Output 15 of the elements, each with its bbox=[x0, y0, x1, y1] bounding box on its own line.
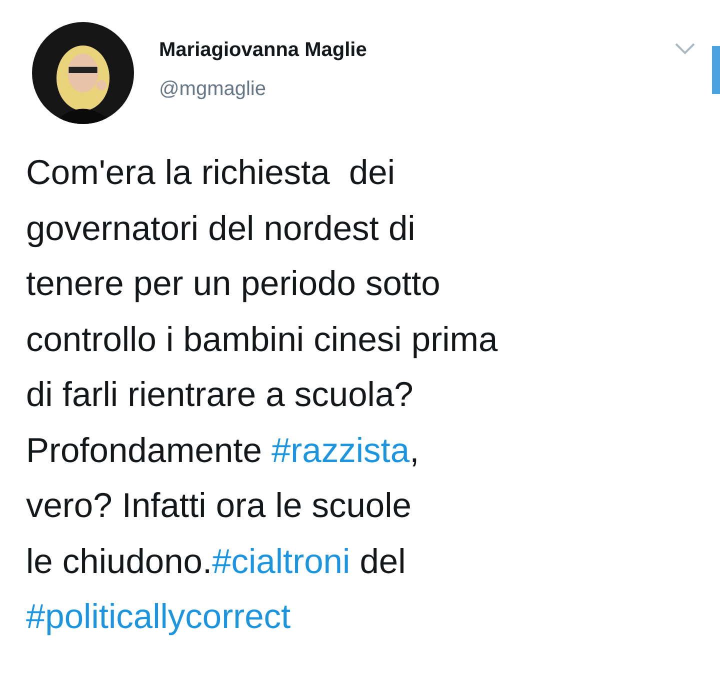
tweet-text-line: Profondamente #razzista, bbox=[26, 430, 420, 472]
tweet-text-line: le chiudono.#cialtroni del bbox=[26, 542, 407, 582]
tweet-text-line: Com'era la richiesta dei bbox=[26, 153, 396, 194]
chevron-down-icon[interactable] bbox=[674, 42, 696, 56]
tweet-text-line: vero? Infatti ora le scuole bbox=[26, 486, 412, 527]
hashtag-link[interactable]: #cialtroni bbox=[212, 542, 350, 580]
tweet-text-line: tenere per un periodo sotto bbox=[26, 264, 442, 305]
author-name: Mariagiovanna Maglie bbox=[159, 39, 367, 62]
tweet-text-line: di farli rientrare a scuola? bbox=[26, 375, 414, 416]
hashtag-link[interactable]: #razzista bbox=[272, 432, 410, 470]
tweet-text-line: controllo i bambini cinesi prima bbox=[26, 320, 499, 360]
scroll-bar bbox=[712, 46, 720, 94]
tweet-text-line: governatori del nordest di bbox=[26, 208, 416, 250]
hashtag-link[interactable]: #politicallycorrect bbox=[26, 598, 291, 636]
author-handle: @mgmaglie bbox=[159, 78, 268, 101]
